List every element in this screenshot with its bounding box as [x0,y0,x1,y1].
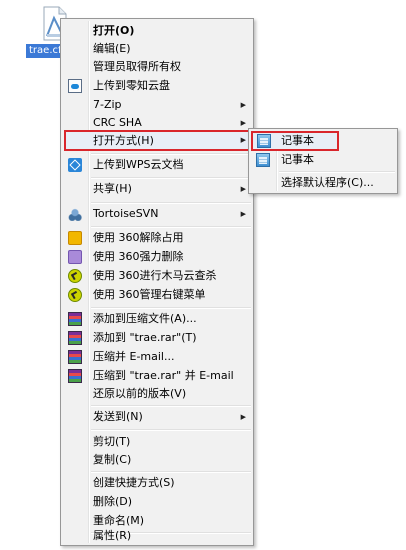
menu-item-copy[interactable]: 复制(C) [63,451,251,469]
menu-item-label: 使用 360进行木马云查杀 [93,269,217,282]
menu-item-compress-email[interactable]: 压缩并 E-mail... [63,348,251,366]
menu-item-cut[interactable]: 剪切(T) [63,433,251,451]
menu-item-open[interactable]: 打开(O) [63,22,251,40]
menu-separator [91,177,251,179]
menu-separator [91,307,251,309]
menu-separator [91,153,251,155]
submenu-item-notepad-primary[interactable]: 记事本 [251,131,339,151]
tortoisesvn-icon [68,207,82,221]
360-menu-manager-icon [68,288,82,302]
menu-item-label: 添加到 "trae.rar"(T) [93,331,197,344]
360-unlock-icon [68,231,82,245]
submenu-arrow-icon: ▶ [240,185,246,193]
menu-item-take-ownership[interactable]: 管理员取得所有权 [63,58,251,76]
winrar-icon [68,369,82,383]
menu-item-label: 上传到零知云盘 [93,79,170,92]
cloud-upload-icon [68,79,82,93]
submenu-item-label: 选择默认程序(C)... [281,176,374,189]
menu-item-label: 使用 360强力删除 [93,250,184,263]
menu-item-360-unlock[interactable]: 使用 360解除占用 [63,229,251,247]
notepad-icon [256,153,270,167]
360-trojan-scan-icon [68,269,82,283]
menu-item-label: 还原以前的版本(V) [93,387,187,400]
menu-item-label: 7-Zip [93,98,122,111]
menu-separator [91,202,251,204]
notepad-icon [257,134,271,148]
menu-item-label: TortoiseSVN [93,207,159,220]
menu-item-360-menu-manager[interactable]: 使用 360管理右键菜单 [63,286,251,304]
open-with-submenu: 记事本 记事本 选择默认程序(C)... [248,128,398,194]
menu-item-upload-lingzhi[interactable]: 上传到零知云盘 [63,77,251,95]
menu-item-edit[interactable]: 编辑(E) [63,40,251,58]
menu-item-send-to[interactable]: 发送到(N) ▶ [63,408,251,426]
menu-item-label: 发送到(N) [93,410,143,423]
menu-item-properties[interactable]: 属性(R) [63,527,251,545]
menu-item-label: 创建快捷方式(S) [93,476,175,489]
menu-item-restore-previous[interactable]: 还原以前的版本(V) [63,385,251,403]
menu-item-360-trojan-scan[interactable]: 使用 360进行木马云查杀 [63,267,251,285]
submenu-arrow-icon: ▶ [240,101,246,109]
menu-item-label: 使用 360管理右键菜单 [93,288,206,301]
menu-separator [91,471,251,473]
menu-item-upload-wps[interactable]: 上传到WPS云文档 [63,156,251,174]
menu-item-open-with[interactable]: 打开方式(H) ▶ [64,130,251,151]
context-menu: 打开(O) 编辑(E) 管理员取得所有权 上传到零知云盘 7-Zip ▶ CRC… [60,18,254,546]
menu-item-label: 添加到压缩文件(A)... [93,312,197,325]
menu-item-add-to-trae-rar[interactable]: 添加到 "trae.rar"(T) [63,329,251,347]
desktop: trae.cfg 打开(O) 编辑(E) 管理员取得所有权 上传到零知云盘 7-… [0,0,406,550]
menu-item-label: 使用 360解除占用 [93,231,184,244]
winrar-icon [68,312,82,326]
menu-item-label: 共享(H) [93,182,132,195]
menu-item-share[interactable]: 共享(H) ▶ [63,180,251,198]
submenu-arrow-icon: ▶ [240,136,246,144]
menu-item-label: 管理员取得所有权 [93,60,181,73]
winrar-icon [68,331,82,345]
menu-separator [279,171,395,173]
menu-item-add-to-archive[interactable]: 添加到压缩文件(A)... [63,310,251,328]
menu-item-label: 打开方式(H) [93,134,154,147]
wps-cloud-icon [68,158,82,172]
360-force-delete-icon [68,250,82,264]
submenu-arrow-icon: ▶ [240,210,246,218]
submenu-item-choose-default[interactable]: 选择默认程序(C)... [251,174,395,192]
menu-separator [91,429,251,431]
submenu-item-label: 记事本 [281,134,314,147]
menu-item-label: 编辑(E) [93,42,131,55]
submenu-item-notepad-secondary[interactable]: 记事本 [251,151,395,169]
menu-item-tortoisesvn[interactable]: TortoiseSVN ▶ [63,205,251,223]
menu-item-7zip[interactable]: 7-Zip ▶ [63,96,251,114]
winrar-icon [68,350,82,364]
submenu-item-label: 记事本 [281,153,314,166]
submenu-arrow-icon: ▶ [240,413,246,421]
menu-separator [91,405,251,407]
menu-item-label: 压缩到 "trae.rar" 并 E-mail [93,369,234,382]
menu-item-create-shortcut[interactable]: 创建快捷方式(S) [63,474,251,492]
menu-item-label: 上传到WPS云文档 [93,158,184,171]
menu-item-label: 复制(C) [93,453,132,466]
menu-item-label: 属性(R) [93,529,132,542]
menu-item-label: 剪切(T) [93,435,131,448]
menu-item-360-force-delete[interactable]: 使用 360强力删除 [63,248,251,266]
menu-item-delete[interactable]: 删除(D) [63,493,251,511]
menu-item-label: 打开(O) [93,24,135,37]
menu-item-compress-trae-email[interactable]: 压缩到 "trae.rar" 并 E-mail [63,367,251,385]
menu-separator [91,226,251,228]
menu-item-label: 压缩并 E-mail... [93,350,175,363]
menu-item-label: 删除(D) [93,495,133,508]
